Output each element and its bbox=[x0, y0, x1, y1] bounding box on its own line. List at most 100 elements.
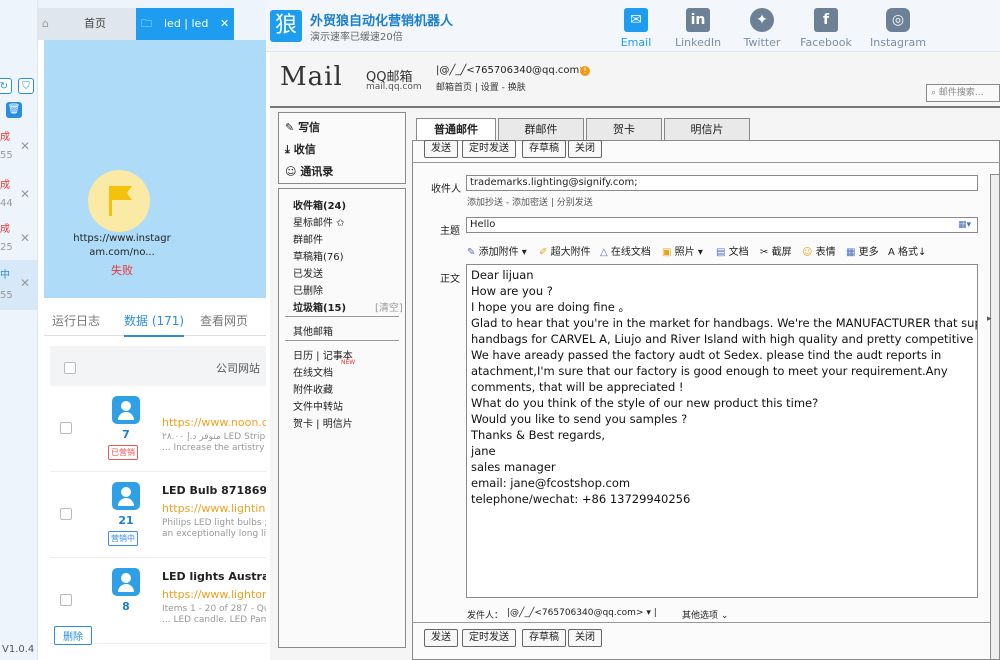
linkedin-link[interactable]: in LinkedIn bbox=[666, 8, 730, 49]
more-options[interactable]: 其他选项 ⌄ bbox=[682, 608, 728, 621]
home-icon: ⌂ bbox=[42, 17, 49, 30]
body-line: We have aready passed the factory audt o… bbox=[471, 348, 942, 362]
large-attach-button[interactable]: ✐ 超大附件 bbox=[539, 243, 591, 258]
attachment-favorites[interactable]: 附件收藏 bbox=[293, 381, 333, 396]
facebook-icon: f bbox=[814, 8, 838, 32]
tab-greeting-card[interactable]: 贺卡 bbox=[586, 118, 662, 140]
tab-run-log[interactable]: 运行日志 bbox=[52, 312, 100, 329]
folder-deleted[interactable]: 已删除 bbox=[293, 282, 323, 297]
facebook-link[interactable]: f Facebook bbox=[794, 8, 858, 49]
row-count: 21 bbox=[118, 514, 134, 527]
screenshot-button[interactable]: ✂ 截屏 bbox=[760, 243, 792, 258]
rail-item-status[interactable]: 中 bbox=[0, 266, 10, 281]
task-status: 失败 bbox=[111, 264, 133, 277]
write-button[interactable]: ✎ 写信 bbox=[285, 119, 320, 135]
to-field[interactable]: trademarks.lighting@signify.com; bbox=[466, 175, 978, 191]
schedule-send-button-bottom[interactable]: 定时发送 bbox=[462, 629, 516, 647]
instagram-link[interactable]: ◎ Instagram bbox=[866, 8, 930, 49]
document-button[interactable]: ▤ 文档 bbox=[716, 243, 749, 258]
rail-item-status[interactable]: 成 bbox=[0, 128, 10, 143]
emoji-button[interactable]: ☺ 表情 bbox=[802, 243, 836, 258]
body-line: Would you like to send you samples ? bbox=[471, 412, 688, 426]
close-icon[interactable]: ✕ bbox=[20, 276, 30, 290]
expand-arrow-icon[interactable]: ▸ bbox=[987, 314, 992, 324]
select-all-checkbox[interactable] bbox=[64, 362, 76, 374]
subject-field[interactable]: Hello bbox=[466, 217, 978, 233]
tab-group-mail[interactable]: 群邮件 bbox=[498, 118, 584, 140]
close-icon[interactable]: ✕ bbox=[220, 8, 229, 40]
row-count: 8 bbox=[122, 600, 130, 613]
cc-bcc-links[interactable]: 添加抄送 - 添加密送 | 分别发送 bbox=[467, 195, 593, 208]
table-row[interactable]: 7 已营销 https://www.noon.com ﻣﺘﻮﻓﺮ ﺩ.ﺇ ٢٨.… bbox=[50, 386, 266, 472]
twitter-link[interactable]: ✦ Twitter bbox=[730, 8, 794, 49]
tab-home[interactable]: ⌂ 首页 bbox=[38, 8, 136, 40]
schedule-send-button[interactable]: 定时发送 bbox=[462, 140, 516, 158]
header-links[interactable]: 邮箱首页 | 设置 - 换肤 bbox=[436, 80, 526, 93]
sender-select[interactable]: |@╱_╱<765706340@qq.com> ▾ | bbox=[507, 608, 657, 618]
row-checkbox[interactable] bbox=[60, 508, 72, 520]
top-bar: 狼 外贸狼自动化营销机器人 演示速率已缓速20倍 ✉ Email in Linked… bbox=[266, 0, 1000, 52]
format-button[interactable]: A 格式↓ bbox=[888, 243, 926, 258]
trash-icon[interactable]: 🗑 bbox=[6, 102, 22, 118]
folder-starred[interactable]: 星标邮件 ✩ bbox=[293, 214, 345, 229]
close-icon[interactable]: ✕ bbox=[20, 187, 30, 201]
close-icon[interactable]: ✕ bbox=[20, 139, 30, 153]
tab-normal-mail[interactable]: 普通邮件 bbox=[416, 118, 496, 140]
body-editor[interactable]: Dear lijuan How are you ? I hope you are… bbox=[466, 264, 978, 598]
subtab-bar: 运行日志 数据 (171) 查看网页 bbox=[44, 306, 266, 337]
row-checkbox[interactable] bbox=[60, 594, 72, 606]
close-button[interactable]: 关闭 bbox=[568, 140, 602, 158]
contacts-button[interactable]: ☺ 通讯录 bbox=[285, 163, 333, 179]
mail-search-input[interactable]: ⌕ 邮件搜索... bbox=[926, 84, 1000, 102]
close-button-bottom[interactable]: 关闭 bbox=[568, 629, 602, 647]
large-attachment-icon: ✐ bbox=[539, 247, 548, 258]
folder-spam[interactable]: 垃圾箱(15) bbox=[293, 299, 346, 314]
row-link[interactable]: https://www.lighting. bbox=[162, 502, 266, 515]
delete-button[interactable]: 删除 bbox=[54, 626, 92, 645]
instagram-icon: ◎ bbox=[886, 8, 910, 32]
warning-icon[interactable]: ! bbox=[580, 66, 590, 76]
row-link[interactable]: https://www.noon.com bbox=[162, 416, 266, 429]
row-checkbox[interactable] bbox=[60, 422, 72, 434]
photo-button[interactable]: ▣ 照片 ▾ bbox=[662, 243, 703, 258]
clear-spam-link[interactable]: [清空] bbox=[375, 299, 403, 314]
rail-item-status[interactable]: 成 bbox=[0, 220, 10, 235]
avatar bbox=[112, 396, 140, 424]
online-docs[interactable]: 在线文档 bbox=[293, 364, 333, 379]
receive-button[interactable]: ⤓ 收信 bbox=[285, 141, 316, 157]
refresh-icon[interactable]: ↻ bbox=[0, 78, 12, 94]
other-mailbox[interactable]: 其他邮箱 bbox=[293, 323, 333, 338]
side-collapse-panel[interactable] bbox=[990, 174, 1000, 660]
close-icon[interactable]: ✕ bbox=[20, 231, 30, 245]
rail-item-status[interactable]: 成 bbox=[0, 176, 10, 191]
save-draft-button[interactable]: 存草稿 bbox=[522, 140, 566, 158]
email-link[interactable]: ✉ Email bbox=[604, 8, 668, 49]
tab-data[interactable]: 数据 (171) bbox=[124, 312, 185, 337]
task-card[interactable]: https://www.instagram.com/no... 失败 bbox=[44, 40, 266, 298]
folder-inbox[interactable]: 收件箱(24) bbox=[293, 197, 346, 212]
status-badge: 已营销 bbox=[108, 445, 138, 460]
row-desc: an exceptionally long li bbox=[162, 529, 266, 539]
send-button-bottom[interactable]: 发送 bbox=[424, 629, 458, 647]
tab-postcard[interactable]: 明信片 bbox=[664, 118, 750, 140]
subject-format-icon[interactable]: ▦▾ bbox=[958, 220, 971, 230]
tab-task[interactable]: 🗀 led | led ✕ bbox=[136, 8, 234, 40]
folder-drafts[interactable]: 草稿箱(76) bbox=[293, 248, 344, 263]
shield-icon[interactable]: ⛉ bbox=[18, 78, 34, 94]
row-link[interactable]: https://www.lightonli bbox=[162, 588, 266, 601]
folder-group[interactable]: 群邮件 bbox=[293, 231, 323, 246]
attach-button[interactable]: ✎ 添加附件 ▾ bbox=[467, 243, 527, 258]
email-icon: ✉ bbox=[624, 8, 648, 32]
folder-sent[interactable]: 已发送 bbox=[293, 265, 323, 280]
more-button[interactable]: ▦ 更多 bbox=[846, 243, 879, 258]
send-button[interactable]: 发送 bbox=[424, 140, 458, 158]
tab-bar: ⌂ 首页 🗀 led | led ✕ bbox=[38, 0, 266, 40]
file-transfer[interactable]: 文件中转站 bbox=[293, 398, 343, 413]
save-draft-button-bottom[interactable]: 存草稿 bbox=[522, 629, 566, 647]
online-doc-button[interactable]: △ 在线文档 bbox=[600, 243, 651, 258]
body-label: 正文 bbox=[440, 274, 460, 285]
document-icon: ▤ bbox=[716, 247, 726, 258]
cards-postcards[interactable]: 贺卡 | 明信片 bbox=[293, 415, 353, 430]
table-row[interactable]: 21 营销中 LED Bulb 87186968 https://www.lig… bbox=[50, 472, 266, 558]
tab-view-page[interactable]: 查看网页 bbox=[200, 312, 248, 329]
